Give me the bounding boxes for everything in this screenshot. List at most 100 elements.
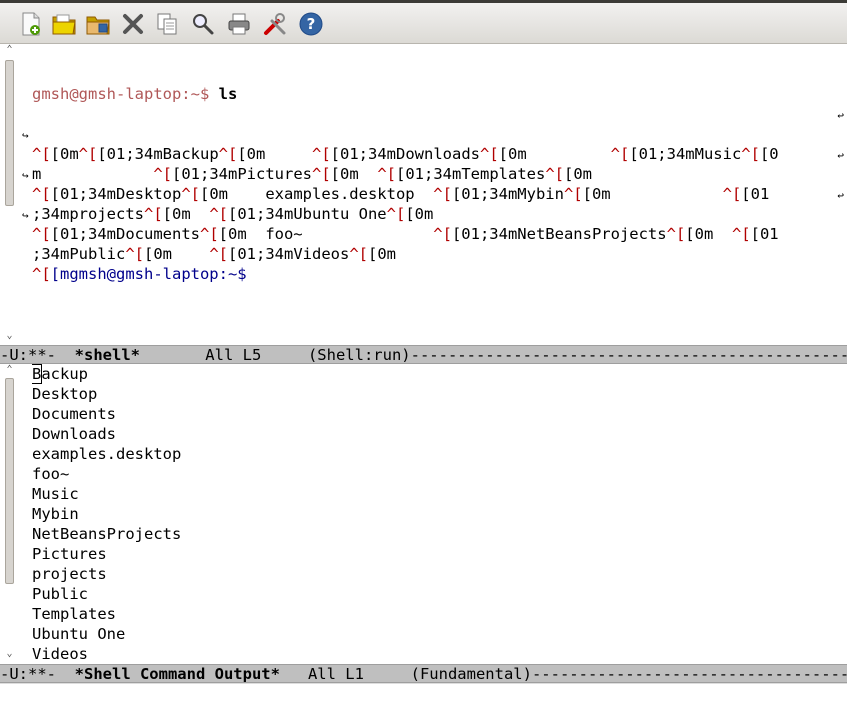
shell-window[interactable]: ⌃ ⌄ gmsh@gmsh-laptop:~$ ls ^[[0m^[[01;34… — [0, 44, 847, 345]
svg-text:?: ? — [307, 15, 316, 33]
escape-sequence: ^[ — [731, 225, 751, 243]
scroll-down-arrow-icon[interactable]: ⌄ — [3, 648, 16, 660]
mode-line-buffer-name[interactable]: *shell* — [75, 346, 140, 363]
close-icon — [123, 14, 143, 34]
help-button[interactable]: ? — [298, 11, 324, 37]
shell-output-text: [0m — [330, 165, 378, 183]
toolbar: ? — [0, 3, 847, 44]
output-list-item[interactable]: NetBeansProjects — [32, 524, 833, 544]
output-window[interactable]: ⌃ ⌄ Backup Desktop Documents Downloads examp… — [0, 364, 847, 663]
shell-output-text: [0m foo~ — [218, 225, 434, 243]
output-list-item[interactable]: Desktop — [32, 384, 833, 404]
shell-mode-line[interactable]: -U:**- *shell* All L5 (Shell:run)-------… — [0, 345, 847, 364]
output-scrollbar-thumb[interactable] — [5, 378, 14, 584]
output-list-item[interactable]: Templates — [32, 604, 833, 624]
shell-current-prompt-line: ^[[mgmsh@gmsh-laptop:~$ — [32, 264, 833, 284]
output-list-item[interactable]: Public — [32, 584, 833, 604]
continuation-left-icon: ↪ — [22, 209, 29, 222]
shell-output-text: [01;34mDocuments — [50, 225, 200, 243]
mode-line-position: All L5 — [139, 346, 308, 364]
open-file-button[interactable] — [51, 11, 77, 37]
customize-button[interactable] — [262, 11, 288, 37]
escape-sequence: ^[ — [433, 185, 452, 203]
help-icon: ? — [299, 12, 323, 36]
new-file-icon — [22, 12, 40, 36]
output-list-item[interactable]: Backup — [32, 364, 833, 384]
shell-output-text: [01;34mPictures — [172, 165, 312, 183]
output-list-item[interactable]: Downloads — [32, 424, 833, 444]
escape-sequence: ^[ — [32, 225, 51, 243]
minibuffer[interactable] — [0, 683, 847, 709]
escape-sequence: ^[ — [377, 165, 396, 183]
shell-command: ls — [218, 85, 238, 103]
output-buffer-text[interactable]: Backup Desktop Documents Downloads examples.… — [32, 364, 833, 664]
mode-line-position: All L1 — [279, 665, 411, 683]
shell-prompt: [mgmsh@gmsh-laptop:~$ — [50, 265, 247, 283]
output-list-item[interactable]: Music — [32, 484, 833, 504]
shell-output-text: ;34mprojects — [32, 205, 144, 223]
mode-line-mode[interactable]: (Shell:run) — [308, 346, 411, 363]
tools-icon — [264, 13, 286, 35]
mode-line-flags: -U:**- — [0, 665, 75, 683]
output-list-item[interactable]: examples.desktop — [32, 444, 833, 464]
scroll-up-arrow-icon[interactable]: ⌃ — [3, 44, 16, 56]
output-mode-line[interactable]: -U:**- *Shell Command Output* All L1 (Fu… — [0, 664, 847, 683]
output-list-item[interactable]: foo~ — [32, 464, 833, 484]
print-button[interactable] — [226, 11, 252, 37]
continuation-right-icon: ↩ — [837, 149, 844, 162]
output-list-item[interactable]: projects — [32, 564, 833, 584]
mode-line-buffer-name[interactable]: *Shell Command Output* — [75, 665, 280, 682]
shell-output-text: [01;34mNetBeansProjects — [451, 225, 667, 243]
continuation-right-icon: ↩ — [837, 189, 844, 202]
escape-sequence: ^[ — [32, 265, 51, 283]
shell-output-line: ;34mPublic^[[0m ^[[01;34mVideos^[[0m — [32, 244, 833, 264]
shell-output-text: [0m — [50, 145, 79, 163]
escape-sequence: ^[ — [153, 165, 172, 183]
shell-output-text: [01 — [750, 225, 779, 243]
close-buffer-button[interactable] — [120, 11, 146, 37]
shell-output-text: [01;34mBackup — [97, 145, 219, 163]
output-list-item[interactable]: Pictures — [32, 544, 833, 564]
escape-sequence: ^[ — [209, 205, 228, 223]
new-file-button[interactable] — [18, 11, 44, 37]
scroll-down-arrow-icon[interactable]: ⌄ — [3, 330, 16, 342]
continuation-left-icon: ↪ — [22, 129, 29, 142]
escape-sequence: ^[ — [479, 145, 499, 163]
shell-output-text: [01;34mDownloads — [330, 145, 480, 163]
scroll-up-arrow-icon[interactable]: ⌃ — [3, 364, 16, 376]
escape-sequence: ^[ — [386, 205, 406, 223]
output-scrollbar[interactable]: ⌃ ⌄ — [3, 364, 16, 663]
continuation-left-icon: ↪ — [22, 169, 29, 182]
shell-output-text: [01;34mMybin — [451, 185, 564, 203]
shell-scrollbar-thumb[interactable] — [5, 60, 14, 206]
text-cursor: B — [32, 364, 43, 384]
copy-button[interactable] — [154, 11, 180, 37]
search-button[interactable] — [190, 11, 216, 37]
shell-output-line: ^[[01;34mDocuments^[[0m foo~ ^[[01;34mNe… — [32, 224, 833, 244]
folder-directory-icon — [86, 16, 110, 35]
shell-output-text: [0m — [498, 145, 611, 163]
escape-sequence: ^[ — [218, 145, 238, 163]
escape-sequence: ^[ — [741, 145, 760, 163]
output-list-item[interactable]: Ubuntu One — [32, 624, 833, 644]
shell-output-text: [0m — [144, 245, 210, 263]
escape-sequence: ^[ — [722, 185, 742, 203]
shell-output-text: [0m — [563, 165, 592, 183]
shell-buffer-text[interactable]: gmsh@gmsh-laptop:~$ ls ^[[0m^[[01;34mBac… — [32, 44, 833, 284]
shell-output-text: [0m — [685, 225, 732, 243]
escape-sequence: ^[ — [199, 225, 219, 243]
escape-sequence: ^[ — [312, 145, 331, 163]
output-list-item[interactable]: Videos — [32, 644, 833, 664]
shell-output-text: [0m — [237, 145, 312, 163]
shell-output-text: [01;34mTemplates — [396, 165, 546, 183]
output-list-item[interactable]: Mybin — [32, 504, 833, 524]
mode-line-fill: ----------------------------------------… — [531, 665, 847, 683]
open-directory-button[interactable] — [85, 11, 111, 37]
mode-line-mode[interactable]: (Fundamental) — [411, 665, 532, 682]
print-icon — [228, 13, 250, 35]
escape-sequence: ^[ — [433, 225, 452, 243]
shell-scrollbar[interactable]: ⌃ ⌄ — [3, 44, 16, 345]
output-list-item[interactable]: Documents — [32, 404, 833, 424]
shell-output-text: m — [32, 165, 154, 183]
shell-output-text: [01 — [741, 185, 770, 203]
